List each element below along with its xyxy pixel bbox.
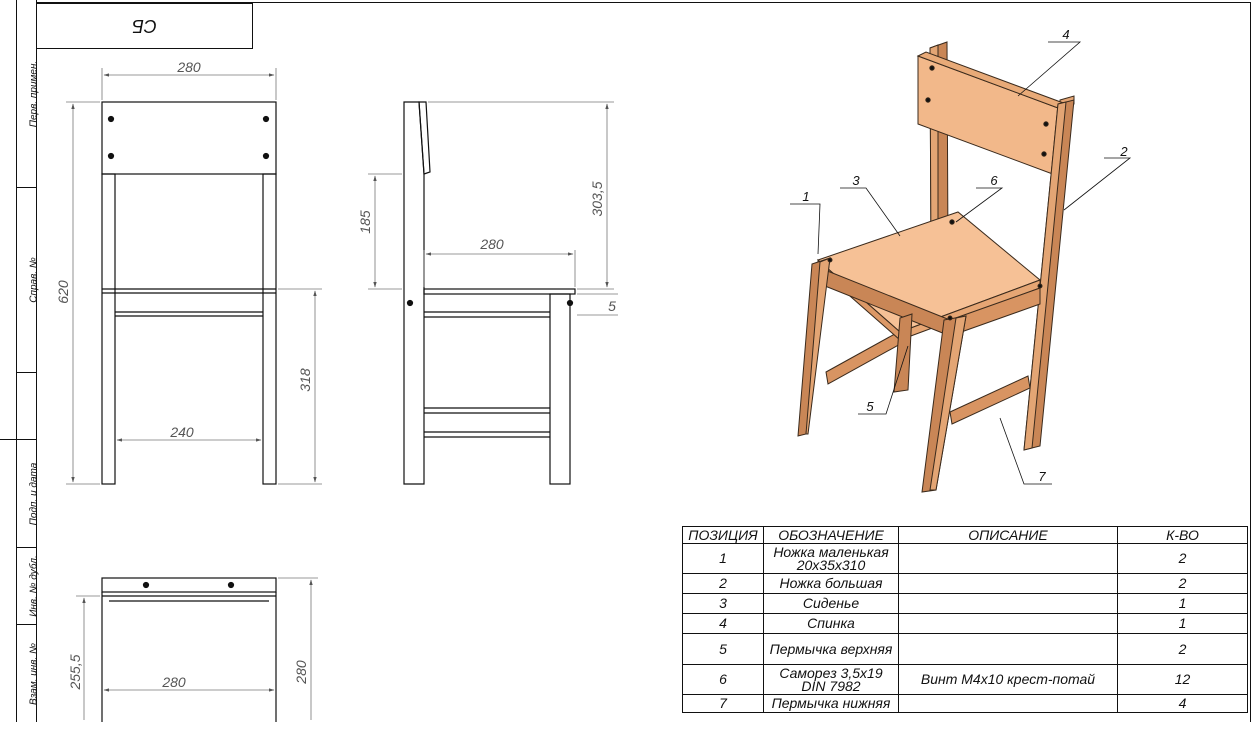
cell-qty: 4 [1117,694,1248,713]
dim-front-width: 280 [176,59,201,75]
cell-pos: 6 [682,664,764,695]
top-dims [76,577,318,720]
cell-desc [898,543,1118,574]
cell-qty: 2 [1117,543,1248,574]
dim-front-leg-span: 240 [169,424,194,440]
cell-name: Пермычка верхняя [763,633,899,665]
dim-side-total: 303,5 [589,181,605,216]
isometric-chair [797,41,1075,493]
cell-name: Пермычка нижняя [763,694,899,713]
cell-pos: 5 [682,633,764,665]
cell-pos: 1 [682,543,764,574]
drawing-sheet: Перв. примен. Справ. № Подп. и дата Инв.… [0,0,1253,722]
cell-name: Ножка большая [763,573,899,594]
front-dims [66,68,322,485]
dim-top-depth: 255,5 [67,654,83,690]
side-view [403,101,576,485]
col-header-designation: ОБОЗНАЧЕНИЕ [763,526,899,544]
cell-desc [898,593,1118,614]
table-row: 3 Сиденье 1 [682,593,1248,614]
cell-name: Сиденье [763,593,899,614]
callout-2: 2 [1119,144,1128,159]
cell-name: Саморез 3,5x19 DIN 7982 [763,664,899,695]
cell-name: Ножка маленькая 20x35x310 [763,543,899,574]
callout-5: 5 [866,399,874,414]
cell-name-line2: DIN 7982 [801,677,861,694]
cell-name-line2: 20x35x310 [796,556,866,573]
dim-top-width: 280 [161,674,186,690]
dim-side-depth: 280 [479,236,504,252]
dim-back-height: 185 [357,210,373,234]
cell-qty: 12 [1117,664,1248,695]
table-row: 1 Ножка маленькая 20x35x310 2 [682,543,1248,574]
top-view [101,577,277,722]
callout-7: 7 [1038,469,1046,484]
callout-3: 3 [852,173,860,188]
dim-top-side: 280 [293,660,309,685]
cell-qty: 2 [1117,573,1248,594]
table-header-row: ПОЗИЦИЯ ОБОЗНАЧЕНИЕ ОПИСАНИЕ К-ВО [682,526,1248,544]
callout-1: 1 [802,189,809,204]
dim-seat-thickness: 5 [608,298,616,314]
dim-front-height: 620 [55,280,71,304]
table-row: 4 Спинка 1 [682,613,1248,634]
col-header-description: ОПИСАНИЕ [898,526,1118,544]
cell-pos: 7 [682,694,764,713]
callout-4: 4 [1062,27,1069,42]
cell-desc [898,573,1118,594]
cell-pos: 3 [682,593,764,614]
cell-qty: 1 [1117,613,1248,634]
cell-qty: 1 [1117,593,1248,614]
cell-desc [898,633,1118,665]
callout-6: 6 [990,173,998,188]
specification-table: ПОЗИЦИЯ ОБОЗНАЧЕНИЕ ОПИСАНИЕ К-ВО 1 Ножк… [682,526,1248,713]
cell-qty: 2 [1117,633,1248,665]
cell-pos: 2 [682,573,764,594]
cell-name: Спинка [763,613,899,634]
cell-pos: 4 [682,613,764,634]
cell-desc [898,613,1118,634]
side-dims [368,101,618,316]
col-header-position: ПОЗИЦИЯ [682,526,764,544]
table-row: 7 Пермычка нижняя 4 [682,694,1248,713]
table-row: 2 Ножка большая 2 [682,573,1248,594]
dim-seat-height: 318 [297,368,313,392]
cell-desc: Винт М4x10 крест-потай [898,664,1118,695]
table-row: 6 Саморез 3,5x19 DIN 7982 Винт М4x10 крес… [682,664,1248,695]
cell-desc [898,694,1118,713]
col-header-quantity: К-ВО [1117,526,1248,544]
table-row: 5 Пермычка верхняя 2 [682,633,1248,665]
